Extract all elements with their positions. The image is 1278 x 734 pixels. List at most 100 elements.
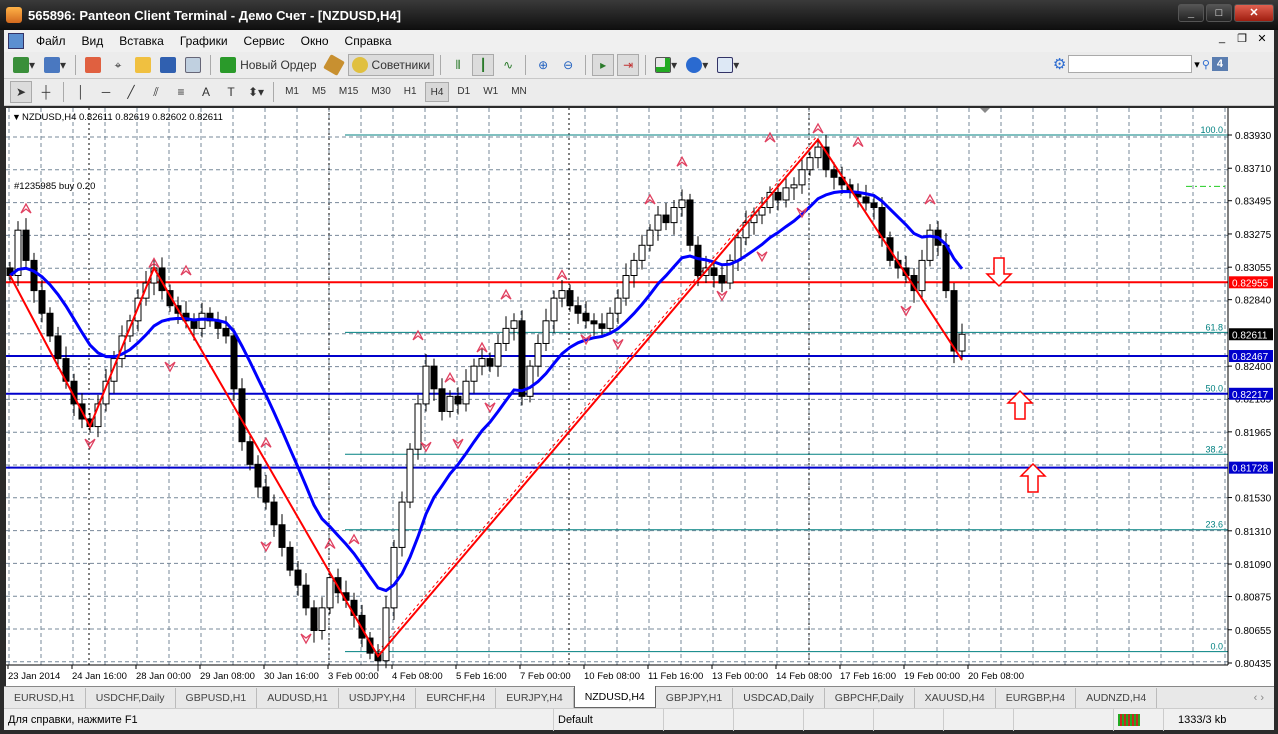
fractal-down-icon	[484, 402, 496, 414]
zoom-in-icon[interactable]: ⊕	[532, 54, 554, 76]
price-chart[interactable]: 0.0 23.6 38.2 50.0 61.8 100.0 0.83930 0.83710 0…	[6, 108, 1274, 686]
bear-candle	[310, 607, 318, 632]
fractal-up-icon	[444, 371, 456, 383]
price-tick-label: 0.83930	[1235, 131, 1272, 142]
chart-tab[interactable]: AUDUSD,H1	[257, 688, 339, 708]
bear-candle	[518, 320, 526, 397]
chart-tab[interactable]: GBPUSD,H1	[176, 688, 258, 708]
zoom-out-icon[interactable]: ⊖	[557, 54, 579, 76]
bar-chart-icon[interactable]: ⫴	[447, 54, 469, 76]
metaeditor-icon[interactable]	[322, 54, 345, 76]
mdi-minimize-button[interactable]: _	[1214, 32, 1230, 45]
timeframe-h4[interactable]: H4	[424, 82, 450, 102]
strategy-tester-icon[interactable]	[182, 54, 204, 76]
maximize-button[interactable]: □	[1206, 4, 1232, 22]
data-window-crosshair-icon[interactable]: ⌖	[107, 54, 129, 76]
menu-help[interactable]: Справка	[337, 34, 400, 48]
bull-candle	[502, 327, 510, 344]
connection-bars-icon[interactable]	[1114, 708, 1164, 731]
menu-file[interactable]: Файл	[28, 34, 74, 48]
chart-tab[interactable]: EURUSD,H1	[4, 688, 86, 708]
bull-candle	[414, 403, 422, 450]
chart-window-icon[interactable]	[8, 33, 24, 49]
timeframe-m30[interactable]: M30	[366, 82, 395, 102]
chart-tab[interactable]: EURGBP,H4	[996, 688, 1077, 708]
dropdown-arrow-icon[interactable]: ▾	[1194, 58, 1200, 71]
menu-window[interactable]: Окно	[293, 34, 337, 48]
periods-clock-button[interactable]: ▾	[683, 54, 711, 76]
text-label-icon[interactable]: T	[220, 81, 242, 103]
fractal-down-icon	[756, 251, 768, 263]
equidistant-channel-icon[interactable]: ⫽	[145, 81, 167, 103]
chart-header: NZDUSD,H4 0.82611 0.82619 0.82602 0.8261…	[22, 112, 223, 123]
buy-arrow-icon[interactable]	[1006, 389, 1034, 420]
chart-tab[interactable]: GBPCHF,Daily	[825, 688, 915, 708]
fractal-up-icon	[812, 122, 824, 134]
trendline-icon[interactable]: ╱	[120, 81, 142, 103]
market-watch-icon[interactable]	[82, 54, 104, 76]
horizontal-line-icon[interactable]: ─	[95, 81, 117, 103]
candlestick-chart-icon[interactable]: ┃	[472, 54, 495, 76]
chart-tab[interactable]: AUDNZD,H4	[1076, 688, 1158, 708]
chart-tabs: EURUSD,H1 USDCHF,Daily GBPUSD,H1 AUDUSD,H1 U…	[4, 686, 1274, 708]
chart-shift-icon[interactable]: ⇥	[617, 54, 640, 76]
chart-tab[interactable]: EURJPY,H4	[496, 688, 574, 708]
line-chart-icon[interactable]: ∿	[497, 54, 519, 76]
templates-button[interactable]: ▾	[714, 54, 742, 76]
menu-view[interactable]: Вид	[74, 34, 112, 48]
big-arrows[interactable]	[985, 257, 1047, 493]
text-icon[interactable]: A	[195, 81, 217, 103]
navigator-folder-star-icon[interactable]	[132, 54, 154, 76]
chart-tab[interactable]: NZDUSD,H4	[573, 686, 656, 708]
search-icon[interactable]: ⚲	[1202, 58, 1210, 71]
bear-candle	[222, 327, 230, 337]
tab-scroll-arrows[interactable]: ‹ ›	[1254, 688, 1274, 708]
time-axis[interactable]: 23 Jan 2014 24 Jan 16:00 28 Jan 00:00 29 Ja…	[7, 665, 1024, 682]
experts-button[interactable]: Советники	[347, 54, 435, 76]
chart-tab[interactable]: USDCHF,Daily	[86, 688, 176, 708]
window-title: 565896: Panteon Client Terminal - Демо С…	[28, 7, 401, 23]
timeframe-m1[interactable]: M1	[280, 82, 304, 102]
menu-charts[interactable]: Графики	[172, 34, 236, 48]
mdi-restore-button[interactable]: ❐	[1234, 32, 1250, 45]
profiles-button[interactable]: ▾	[41, 54, 69, 76]
menu-insert[interactable]: Вставка	[111, 34, 172, 48]
search-input[interactable]	[1068, 55, 1193, 73]
chart-tab[interactable]: USDCAD,Daily	[733, 688, 825, 708]
bull-candle	[470, 365, 478, 382]
timeframe-m5[interactable]: M5	[307, 82, 331, 102]
close-button[interactable]: ✕	[1234, 4, 1274, 22]
timeframe-d1[interactable]: D1	[452, 82, 475, 102]
time-tick-label: 11 Feb 16:00	[648, 671, 703, 682]
shift-marker-icon[interactable]	[980, 108, 990, 113]
price-tick-label: 0.82400	[1235, 362, 1272, 373]
bull-candle	[790, 184, 798, 189]
new-chart-button[interactable]: ▾	[10, 54, 38, 76]
arrows-icon[interactable]: ⬍▾	[245, 81, 267, 103]
fibonacci-icon[interactable]: ≡	[170, 81, 192, 103]
auto-scroll-icon[interactable]: ▸	[592, 54, 615, 76]
chart-tab[interactable]: EURCHF,H4	[416, 688, 497, 708]
time-tick-label: 7 Feb 00:00	[520, 671, 571, 682]
timeframe-w1[interactable]: W1	[478, 82, 503, 102]
terminal-icon[interactable]	[157, 54, 179, 76]
timeframe-mn[interactable]: MN	[506, 82, 532, 102]
cursor-arrow-icon[interactable]: ➤	[10, 81, 32, 103]
bear-candle	[190, 320, 198, 329]
notifications-badge[interactable]: 4	[1211, 57, 1228, 71]
chart-tab[interactable]: GBPJPY,H1	[656, 688, 734, 708]
new-order-icon	[220, 57, 237, 73]
timeframe-h1[interactable]: H1	[399, 82, 422, 102]
chart-tab[interactable]: XAUUSD,H4	[915, 688, 996, 708]
gear-icon[interactable]: ⚙	[1053, 55, 1066, 73]
indicators-button[interactable]: ▾	[652, 54, 680, 76]
new-order-button[interactable]: Новый Ордер	[217, 54, 319, 76]
vertical-line-icon[interactable]: │	[70, 81, 92, 103]
price-axis[interactable]: 0.83930 0.83710 0.83495 0.83275 0.83055 0.828…	[1228, 131, 1273, 670]
chart-tab[interactable]: USDJPY,H4	[339, 688, 417, 708]
mdi-close-button[interactable]: ✕	[1254, 32, 1270, 45]
crosshair-icon[interactable]: ┼	[35, 81, 57, 103]
menu-tools[interactable]: Сервис	[236, 34, 293, 48]
timeframe-m15[interactable]: M15	[334, 82, 363, 102]
minimize-button[interactable]: _	[1178, 4, 1204, 22]
